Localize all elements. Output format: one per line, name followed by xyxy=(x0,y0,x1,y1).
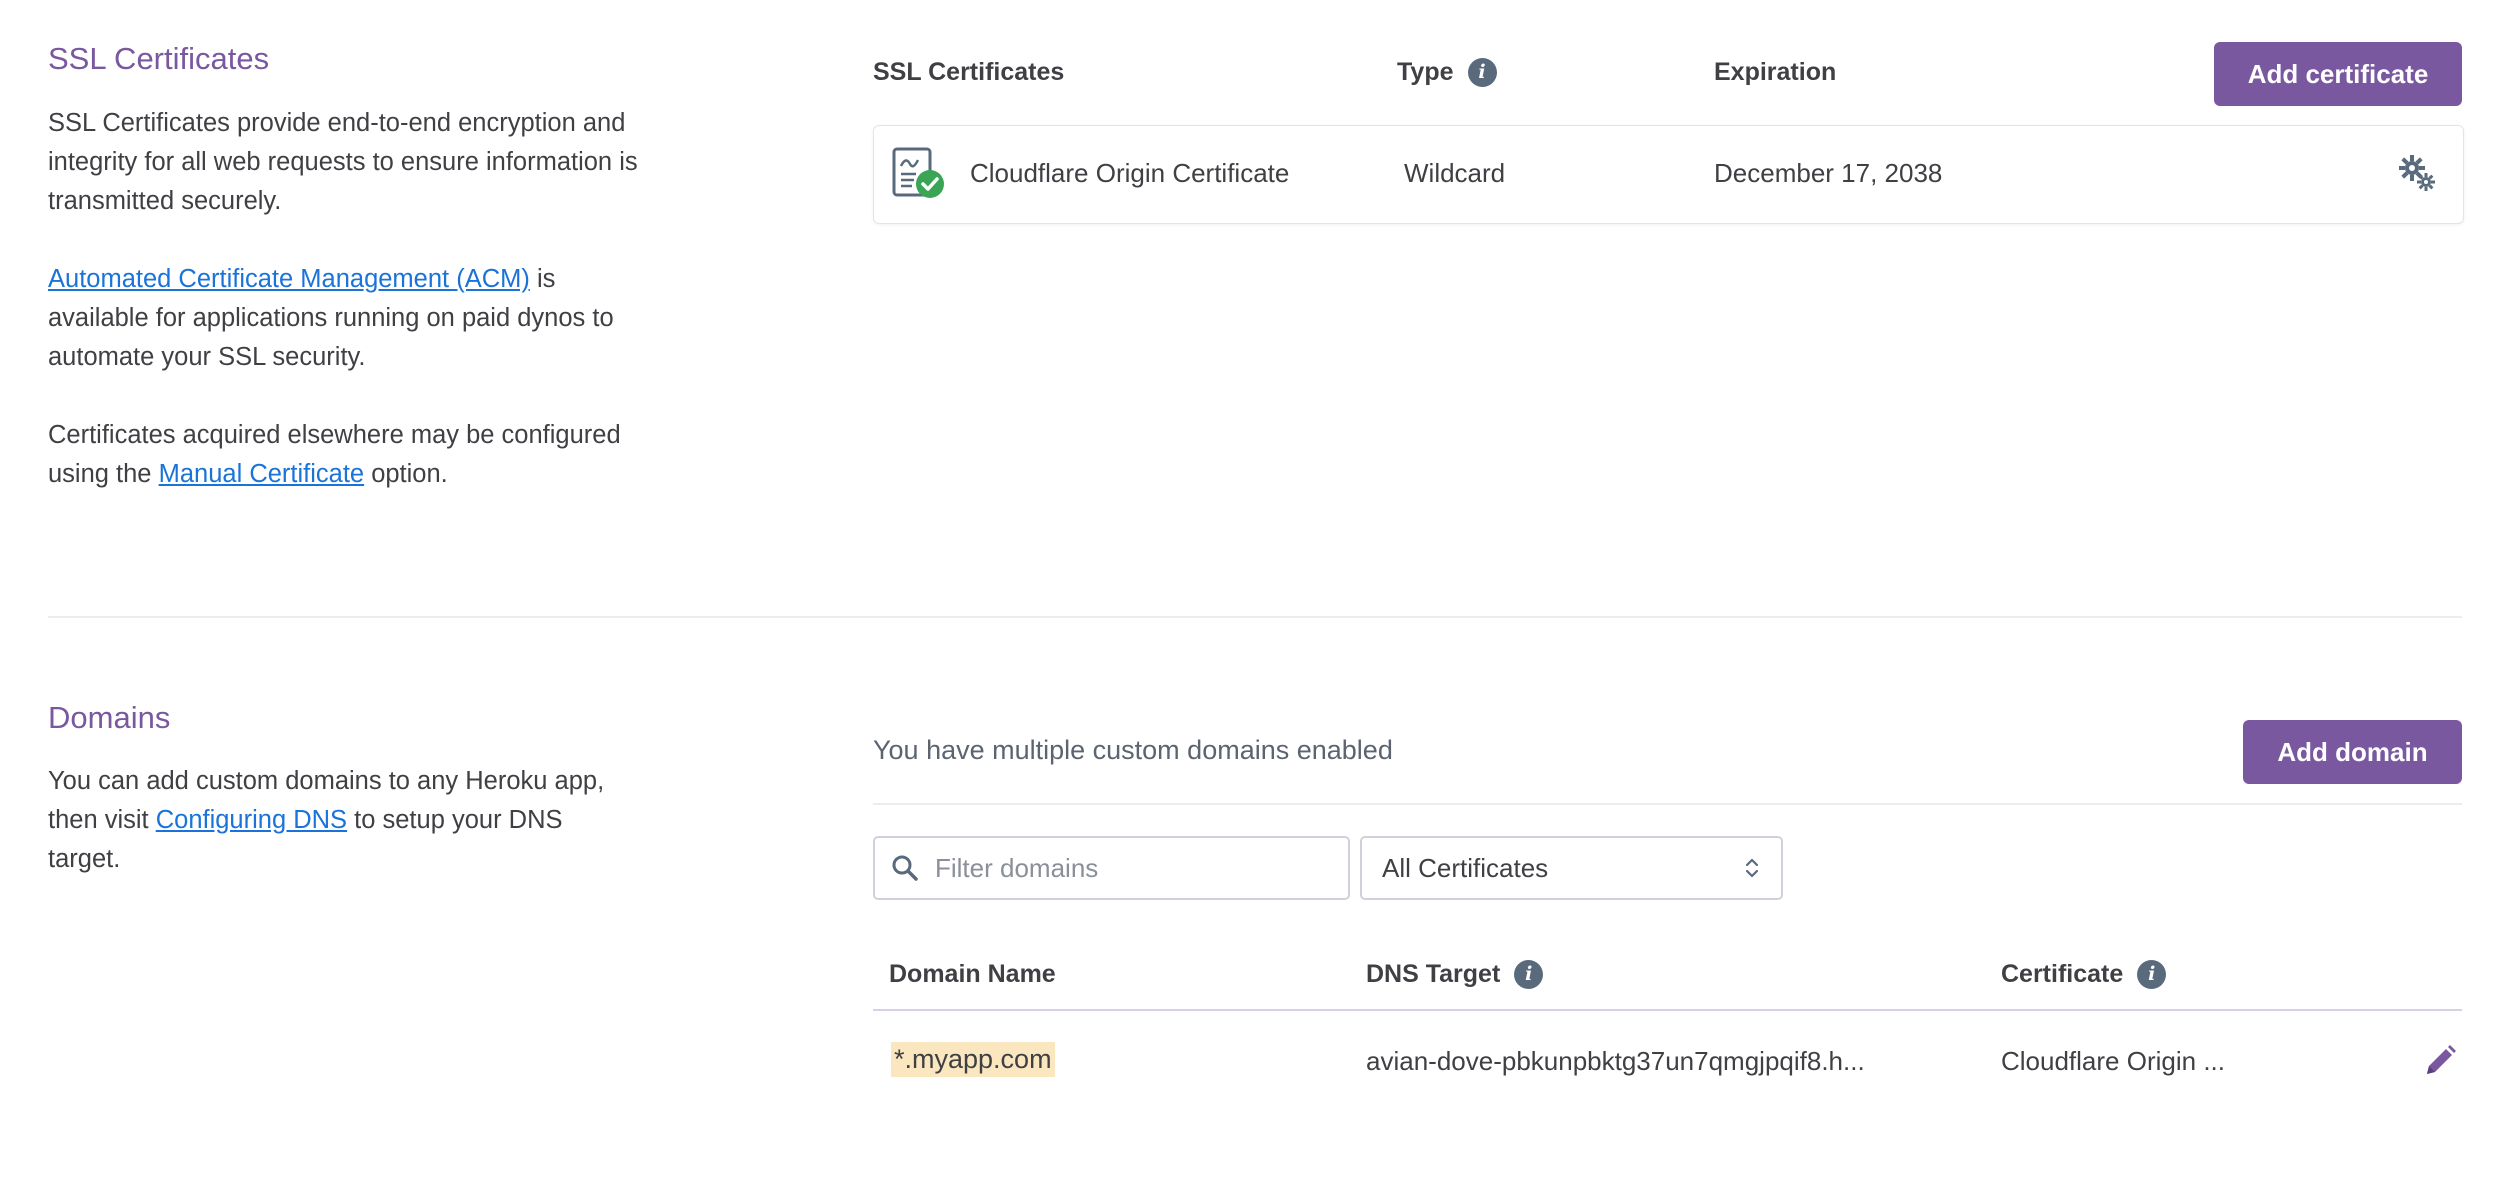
certificate-filter-select[interactable]: All Certificates xyxy=(1360,836,1783,900)
certificate-row[interactable]: Cloudflare Origin Certificate Wildcard D… xyxy=(873,125,2464,224)
certificate-column-label: Certificate xyxy=(2001,960,2124,988)
search-icon xyxy=(891,854,919,882)
ssl-column-expiration: Expiration xyxy=(1714,58,1837,86)
dns-column-header: DNS Target i xyxy=(1366,960,1544,989)
ssl-section-title: SSL Certificates xyxy=(48,41,270,76)
ssl-column-type: Type xyxy=(1397,58,1454,86)
filter-domains-field[interactable] xyxy=(873,836,1350,900)
custom-domains-status: You have multiple custom domains enabled xyxy=(873,735,1393,765)
domains-section-title: Domains xyxy=(48,700,171,735)
domain-certificate: Cloudflare Origin ... xyxy=(2001,1046,2225,1076)
certificate-expiration: December 17, 2038 xyxy=(1714,158,1943,188)
dns-info-icon[interactable]: i xyxy=(1514,960,1544,989)
certificate-type: Wildcard xyxy=(1404,158,1506,188)
sort-arrows-icon xyxy=(1743,855,1761,881)
domain-column-name: Domain Name xyxy=(889,960,1056,988)
domains-section-description: You can add custom domains to any Heroku… xyxy=(48,762,638,879)
acm-link[interactable]: Automated Certificate Management (ACM) xyxy=(48,265,530,293)
ssl-column-type-header: Type i xyxy=(1397,58,1497,87)
info-icon[interactable]: i xyxy=(1467,58,1497,87)
certificate-filter-value: All Certificates xyxy=(1382,852,1549,883)
pencil-icon[interactable] xyxy=(2423,1044,2457,1083)
add-certificate-button[interactable]: Add certificate xyxy=(2214,42,2462,106)
domains-table-header-divider xyxy=(873,1009,2462,1011)
manual-certificate-link[interactable]: Manual Certificate xyxy=(159,460,365,488)
ssl-desc-paragraph-1: SSL Certificates provide end-to-end encr… xyxy=(48,109,638,215)
add-domain-button[interactable]: Add domain xyxy=(2243,720,2462,784)
dns-column-label: DNS Target xyxy=(1366,960,1501,988)
domains-desc-paragraph: You can add custom domains to any Heroku… xyxy=(48,762,638,879)
filter-domains-input[interactable] xyxy=(933,851,1332,885)
certificate-column-header: Certificate i xyxy=(2001,960,2167,989)
domains-header-divider xyxy=(873,803,2462,805)
ssl-section-description: SSL Certificates provide end-to-end encr… xyxy=(48,104,638,494)
certificate-verified-icon xyxy=(890,146,946,207)
domain-row[interactable]: *.myapp.com avian-dove-pbkunpbktg37un7qm… xyxy=(873,1020,2462,1100)
ssl-desc-paragraph-2: Automated Certificate Management (ACM) i… xyxy=(48,260,638,377)
dns-target[interactable]: avian-dove-pbkunpbktg37un7qmgjpqif8.h... xyxy=(1366,1046,1865,1077)
ssl-desc-paragraph-3: Certificates acquired elsewhere may be c… xyxy=(48,416,638,494)
domain-name: *.myapp.com xyxy=(891,1042,1055,1077)
certificate-name: Cloudflare Origin Certificate xyxy=(970,158,1290,188)
section-divider xyxy=(48,616,2462,618)
ssl-column-name: SSL Certificates xyxy=(873,58,1065,86)
ssl-desc-p3-post: option. xyxy=(364,460,448,488)
configuring-dns-link[interactable]: Configuring DNS xyxy=(156,806,347,834)
certificate-info-icon[interactable]: i xyxy=(2137,960,2167,989)
gears-icon[interactable] xyxy=(2398,154,2438,199)
